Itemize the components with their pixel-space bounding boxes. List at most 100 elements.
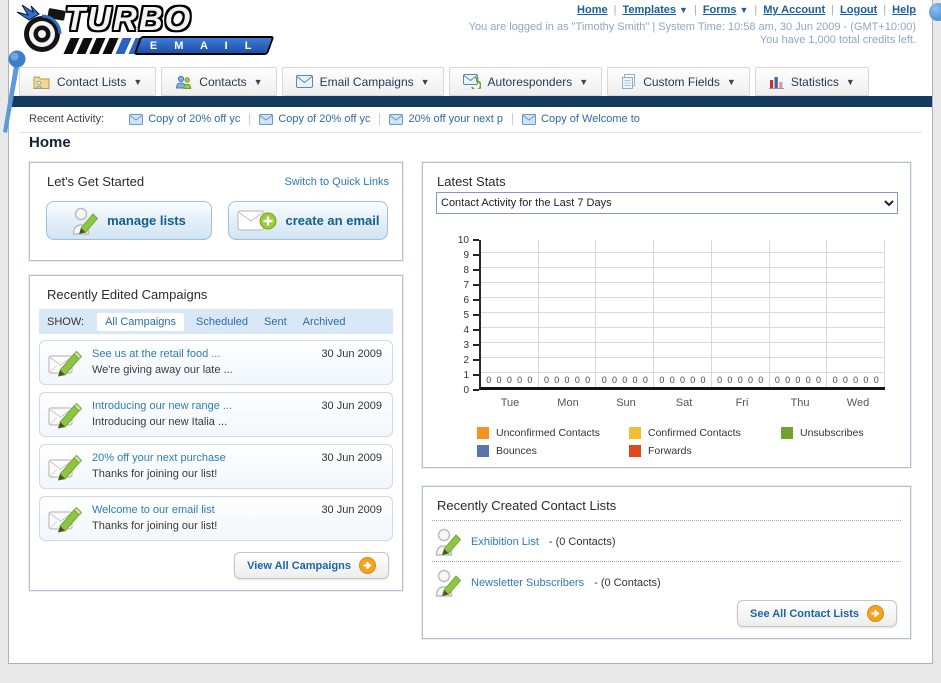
chart-value: 0 <box>632 375 638 385</box>
recent-activity-text: Copy of 20% off yc <box>278 113 371 125</box>
chevron-down-icon: ▼ <box>679 5 688 15</box>
filter-archived[interactable]: Archived <box>303 316 346 328</box>
tab-statistics[interactable]: Statistics ▼ <box>754 67 869 96</box>
recent-activity-text: Copy of 20% off yc <box>148 113 241 125</box>
chevron-down-icon: ▼ <box>420 76 430 87</box>
help-bubble-icon[interactable] <box>929 3 941 21</box>
nav-separator: | <box>613 4 617 16</box>
contact-list-name-link[interactable]: Newsletter Subscribers <box>471 577 584 589</box>
chart-value: 0 <box>873 375 879 385</box>
campaign-date: 30 Jun 2009 <box>321 504 382 516</box>
campaign-rows: See us at the retail food ... We're givin… <box>39 340 393 548</box>
filter-all-campaigns[interactable]: All Campaigns <box>97 312 184 331</box>
chart-day-group-thu: 00000 <box>770 240 828 387</box>
app-logo: TURBO E M A I L <box>15 0 275 62</box>
legend-label: Unsubscribes <box>800 427 864 439</box>
tab-label: Email Campaigns <box>319 74 414 89</box>
y-tick-label: 4 <box>463 325 469 336</box>
filter-sent[interactable]: Sent <box>264 316 287 328</box>
campaign-row[interactable]: 20% off your next purchase Thanks for joi… <box>39 444 393 489</box>
latest-stats-title: Latest Stats <box>437 174 506 189</box>
contact-list-name-link[interactable]: Exhibition List <box>471 536 539 548</box>
tab-custom-fields[interactable]: Custom Fields ▼ <box>607 67 750 96</box>
tab-autoresponders[interactable]: Autoresponders ▼ <box>448 67 603 96</box>
recent-activity-item-4[interactable]: Copy of Welcome to <box>513 113 649 125</box>
recent-activity-item-1[interactable]: Copy of 20% off yc <box>120 113 251 125</box>
campaign-title-link[interactable]: 20% off your next purchase <box>92 452 226 464</box>
campaign-row[interactable]: Introducing our new range ... Introducing… <box>39 392 393 437</box>
chart-value: 0 <box>554 375 560 385</box>
create-email-button[interactable]: create an email <box>228 201 388 240</box>
stats-range-select[interactable]: Contact Activity for the Last 7 Days <box>436 192 898 214</box>
chart-value: 0 <box>611 375 617 385</box>
chart-value: 0 <box>669 375 675 385</box>
nav-link-templates[interactable]: Templates <box>622 4 676 16</box>
y-tick-label: 0 <box>463 385 469 396</box>
campaign-date: 30 Jun 2009 <box>321 452 382 464</box>
get-started-title: Let's Get Started <box>47 174 145 189</box>
switch-quick-links[interactable]: Switch to Quick Links <box>284 176 389 188</box>
nav-link-home[interactable]: Home <box>577 4 608 16</box>
view-all-campaigns-button[interactable]: View All Campaigns <box>234 552 389 579</box>
small-envelope-icon <box>522 113 537 125</box>
filter-scheduled[interactable]: Scheduled <box>196 316 248 328</box>
campaign-subtitle: We're giving away our late ... <box>92 364 233 376</box>
tab-contact-lists[interactable]: Contact Lists ▼ <box>19 67 157 96</box>
campaign-title-link[interactable]: Introducing our new range ... <box>92 400 232 412</box>
y-tick-label: 2 <box>463 355 469 366</box>
contact-list-row[interactable]: Exhibition List - (0 Contacts) <box>435 525 616 559</box>
chart-value: 0 <box>815 375 821 385</box>
recent-activity-item-2[interactable]: Copy of 20% off yc <box>250 113 381 125</box>
small-envelope-icon <box>389 113 404 125</box>
contact-list-count: - (0 Contacts) <box>548 536 616 548</box>
manage-lists-button[interactable]: manage lists <box>46 201 212 240</box>
recent-activity-bar: Recent Activity: Copy of 20% off yc Copy … <box>29 107 649 131</box>
chart-value: 0 <box>785 375 791 385</box>
recent-activity-item-3[interactable]: 20% off your next p <box>380 113 514 125</box>
contact-list-count: - (0 Contacts) <box>594 577 661 589</box>
campaign-row[interactable]: See us at the retail food ... We're givin… <box>39 340 393 385</box>
tab-email-campaigns[interactable]: Email Campaigns ▼ <box>281 67 444 96</box>
nav-link-help[interactable]: Help <box>892 4 916 16</box>
y-tick-label: 5 <box>463 310 469 321</box>
legend-label: Unconfirmed Contacts <box>496 427 600 439</box>
chart-plot-area: 00000000000000000000000000000000000 <box>479 240 886 390</box>
nav-link-my-account[interactable]: My Account <box>763 4 825 16</box>
person-pencil-icon <box>435 568 461 598</box>
chart-value: 0 <box>737 375 743 385</box>
get-started-panel: Let's Get Started Switch to Quick Links … <box>29 162 403 261</box>
campaign-date: 30 Jun 2009 <box>321 348 382 360</box>
contact-list-row[interactable]: Newsletter Subscribers - (0 Contacts) <box>435 566 661 600</box>
main-nav-tabs: Contact Lists ▼ Contacts ▼ Email Campaigns ▼ A… <box>19 67 869 96</box>
nav-link-logout[interactable]: Logout <box>840 4 877 16</box>
tab-contacts[interactable]: Contacts ▼ <box>161 67 277 96</box>
chart-day-group-tue: 00000 <box>481 240 539 387</box>
arrow-circle-icon <box>867 605 884 622</box>
chart-value: 0 <box>564 375 570 385</box>
dotted-divider <box>432 520 901 521</box>
chart-value: 0 <box>659 375 665 385</box>
nav-link-forms[interactable]: Forms <box>703 4 737 16</box>
chart-value: 0 <box>496 375 502 385</box>
chart-value: 0 <box>805 375 811 385</box>
y-tick-label: 6 <box>463 295 469 306</box>
navy-divider-bar <box>9 96 932 107</box>
campaign-title-link[interactable]: Welcome to our email list <box>92 504 215 516</box>
create-email-label: create an email <box>285 213 380 228</box>
envelope-arrow-icon <box>462 74 481 89</box>
tab-label: Statistics <box>790 74 839 89</box>
chart-value: 0 <box>679 375 685 385</box>
x-tick-label: Tue <box>500 397 520 409</box>
campaign-row[interactable]: Welcome to our email list Thanks for join… <box>39 496 393 541</box>
y-tick-label: 8 <box>463 265 469 276</box>
pages-icon <box>621 74 636 89</box>
chevron-down-icon: ▼ <box>845 76 855 87</box>
see-all-contact-lists-button[interactable]: See All Contact Lists <box>736 600 897 627</box>
chart-value: 0 <box>832 375 838 385</box>
envelope-pencil-icon <box>48 505 82 534</box>
campaign-title-link[interactable]: See us at the retail food ... <box>92 348 220 360</box>
chart-value: 0 <box>795 375 801 385</box>
campaigns-filter-bar: SHOW: All Campaigns Scheduled Sent Archived <box>39 309 393 334</box>
x-tick-label: Thu <box>790 397 810 409</box>
chart-value-labels: 00000 <box>827 375 884 385</box>
